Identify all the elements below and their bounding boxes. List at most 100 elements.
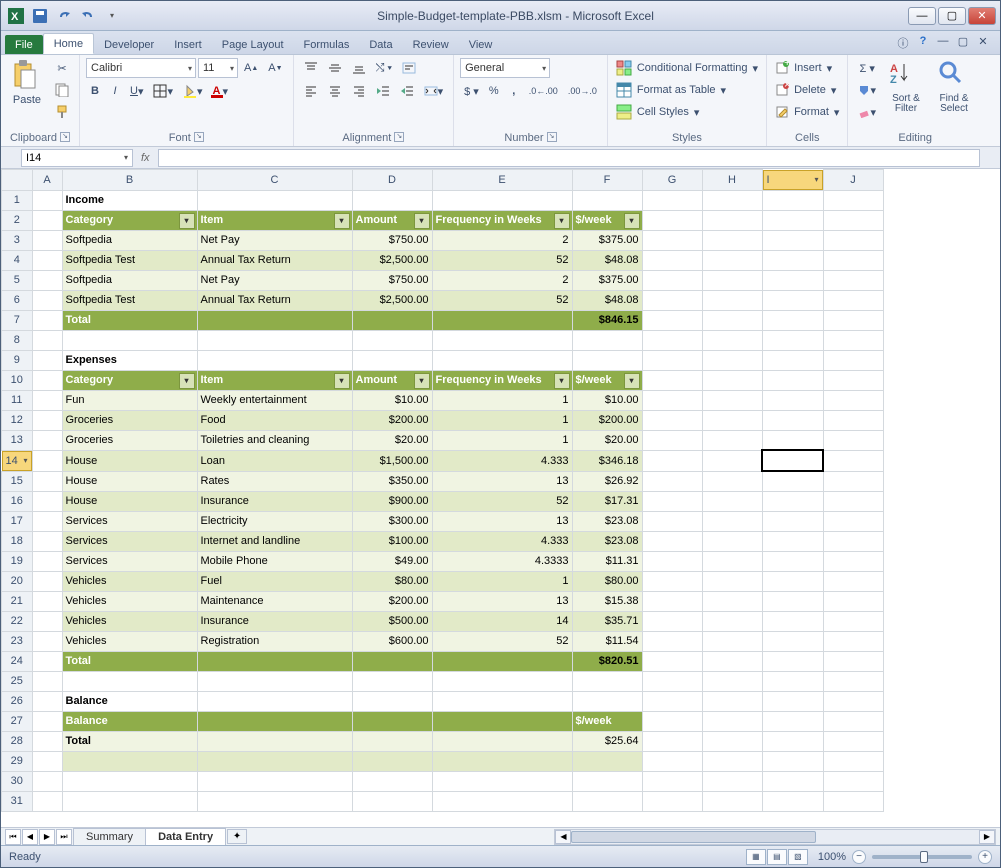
cell[interactable] [702,591,762,611]
cell[interactable] [432,731,572,751]
cell[interactable]: $900.00 [352,491,432,511]
cell[interactable]: Income [62,190,197,210]
cell[interactable] [702,791,762,811]
cell[interactable] [823,571,883,591]
cell[interactable] [642,611,702,631]
cell[interactable] [32,350,62,370]
row-header[interactable]: 25 [2,671,33,691]
cell[interactable]: Groceries [62,430,197,450]
cell[interactable] [432,190,572,210]
cell[interactable]: Frequency in Weeks [432,210,572,230]
cell[interactable] [32,471,62,491]
cell[interactable]: Amount [352,210,432,230]
cell[interactable] [572,771,642,791]
cell[interactable] [762,691,823,711]
qat-dropdown-icon[interactable]: ▾ [101,5,123,27]
cell[interactable]: $1,500.00 [352,450,432,471]
cell[interactable]: $25.64 [572,731,642,751]
sheet-tab-data-entry[interactable]: Data Entry [145,828,226,845]
cell[interactable] [197,190,352,210]
cell[interactable] [823,691,883,711]
cell[interactable] [762,671,823,691]
cell[interactable] [823,651,883,671]
row-header[interactable]: 8 [2,330,33,350]
cell[interactable]: 52 [432,250,572,270]
dialog-launcher-icon[interactable]: ↘ [547,132,557,142]
cell[interactable] [432,751,572,771]
cell[interactable]: Electricity [197,511,352,531]
scroll-right-button[interactable]: ▶ [979,830,995,844]
cell[interactable] [197,791,352,811]
cell[interactable] [823,631,883,651]
cell[interactable]: $375.00 [572,230,642,250]
cell[interactable]: $49.00 [352,551,432,571]
cell[interactable] [432,791,572,811]
new-sheet-button[interactable]: ✦ [227,829,247,844]
cell[interactable] [702,751,762,771]
doc-restore-icon[interactable]: ▢ [956,35,970,51]
cell[interactable]: Maintenance [197,591,352,611]
cell[interactable]: $200.00 [572,410,642,430]
cell[interactable] [352,751,432,771]
cell[interactable] [352,350,432,370]
cell[interactable]: Total [62,731,197,751]
cell[interactable] [823,551,883,571]
cell[interactable] [762,270,823,290]
cell[interactable] [432,771,572,791]
cell[interactable]: $80.00 [572,571,642,591]
cell[interactable] [32,270,62,290]
cell[interactable] [762,450,823,471]
font-color-button[interactable]: A ▾ [209,81,232,101]
autosum-button[interactable]: Σ ▾ [854,58,880,78]
cell[interactable]: Expenses [62,350,197,370]
cell[interactable]: Toiletries and cleaning [197,430,352,450]
cell[interactable] [702,410,762,430]
align-middle-button[interactable] [324,58,346,78]
cell[interactable]: 13 [432,471,572,491]
align-right-button[interactable] [348,81,370,101]
cell[interactable] [642,691,702,711]
cell[interactable] [32,290,62,310]
cell[interactable] [702,531,762,551]
cell[interactable] [32,491,62,511]
cell[interactable]: Net Pay [197,270,352,290]
cell[interactable]: $/week [572,370,642,390]
maximize-button[interactable]: ▢ [938,7,966,25]
column-header[interactable]: A [32,170,62,191]
cell[interactable] [62,771,197,791]
cell[interactable]: Vehicles [62,571,197,591]
cell[interactable] [197,330,352,350]
cell[interactable]: Fuel [197,571,352,591]
border-button[interactable]: ▾ [149,81,177,101]
cell[interactable] [197,751,352,771]
cell[interactable] [702,671,762,691]
cell[interactable] [762,190,823,210]
cell[interactable]: Softpedia [62,270,197,290]
cell[interactable] [702,390,762,410]
cell[interactable]: Weekly entertainment [197,390,352,410]
cell[interactable]: Category [62,210,197,230]
cell[interactable] [572,330,642,350]
clear-button[interactable]: ▾ [854,102,880,122]
cell[interactable] [642,751,702,771]
cell[interactable]: House [62,471,197,491]
cell[interactable]: 1 [432,571,572,591]
next-sheet-button[interactable]: ▶ [39,829,55,845]
cell[interactable] [32,731,62,751]
cell[interactable]: $10.00 [572,390,642,410]
cell[interactable]: Item [197,370,352,390]
cell[interactable] [32,511,62,531]
cell[interactable]: 52 [432,631,572,651]
cell[interactable] [352,691,432,711]
cell[interactable]: $15.38 [572,591,642,611]
cell[interactable]: $2,500.00 [352,290,432,310]
cell[interactable] [702,611,762,631]
cell[interactable] [823,350,883,370]
format-painter-button[interactable] [51,102,73,122]
cell[interactable] [702,731,762,751]
zoom-level[interactable]: 100% [818,851,846,863]
cell[interactable] [702,310,762,330]
cell[interactable] [32,751,62,771]
cell[interactable]: $80.00 [352,571,432,591]
fill-button[interactable]: ▾ [854,80,880,100]
